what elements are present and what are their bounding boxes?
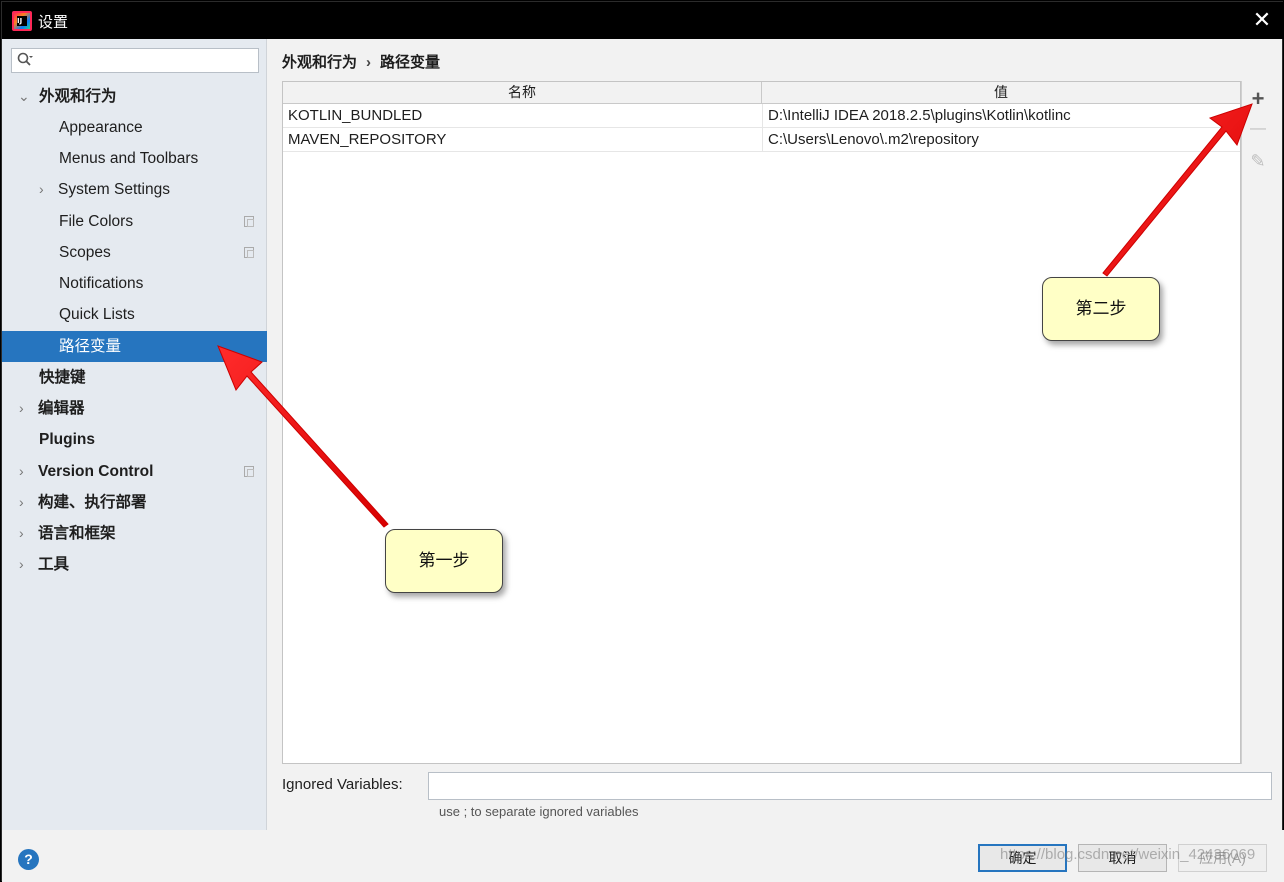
watermark: https://blog.csdn.net/weixin_42436069 bbox=[1000, 846, 1256, 863]
remove-icon[interactable]: — bbox=[1246, 117, 1270, 141]
sidebar-item-label: 快捷键 bbox=[39, 369, 86, 386]
sidebar-item-label: File Colors bbox=[59, 213, 134, 230]
sidebar-item-appearance[interactable]: Appearance bbox=[2, 112, 267, 143]
intellij-logo-icon bbox=[12, 11, 32, 31]
table-toolbar: + — ✎ bbox=[1241, 81, 1272, 764]
sidebar-item-languages-frameworks[interactable]: › 语言和框架 bbox=[2, 518, 267, 549]
column-header-name[interactable]: 名称 bbox=[283, 82, 762, 103]
table-row[interactable]: KOTLIN_BUNDLED D:\IntelliJ IDEA 2018.2.5… bbox=[283, 104, 1240, 128]
search-input[interactable] bbox=[36, 50, 254, 70]
close-icon[interactable]: ✕ bbox=[1250, 8, 1274, 32]
sidebar-item-appearance-behavior[interactable]: ⌄ 外观和行为 bbox=[2, 81, 267, 112]
sidebar-item-scopes[interactable]: Scopes bbox=[2, 237, 267, 268]
chevron-right-icon[interactable]: › bbox=[39, 174, 44, 205]
chevron-right-icon[interactable]: › bbox=[19, 393, 24, 424]
chevron-right-icon[interactable]: › bbox=[19, 518, 24, 549]
sidebar-item-label: Plugins bbox=[39, 431, 95, 448]
settings-search[interactable] bbox=[11, 48, 259, 73]
title-bar: 设置 ✕ bbox=[2, 2, 1284, 39]
sidebar-item-label: Version Control bbox=[38, 463, 154, 480]
window-title: 设置 bbox=[38, 14, 69, 31]
sidebar-item-system-settings[interactable]: › System Settings bbox=[2, 174, 267, 205]
sidebar-item-label: Notifications bbox=[59, 275, 144, 292]
variable-name-cell[interactable]: MAVEN_REPOSITORY bbox=[288, 128, 758, 152]
path-variables-table: 名称 值 KOTLIN_BUNDLED D:\IntelliJ IDEA 201… bbox=[282, 81, 1241, 764]
breadcrumb-current: 路径变量 bbox=[380, 54, 441, 71]
ignored-variables-input[interactable] bbox=[428, 772, 1272, 800]
sidebar-item-label: 外观和行为 bbox=[39, 88, 117, 105]
table-header: 名称 值 bbox=[283, 82, 1240, 104]
sidebar-item-menus-toolbars[interactable]: Menus and Toolbars bbox=[2, 143, 267, 174]
chevron-right-icon[interactable]: › bbox=[19, 549, 24, 580]
sidebar-item-label: Quick Lists bbox=[59, 306, 135, 323]
sidebar-item-label: Scopes bbox=[59, 244, 111, 261]
column-header-value[interactable]: 值 bbox=[762, 82, 1240, 103]
sidebar-item-editor[interactable]: › 编辑器 bbox=[2, 393, 267, 424]
sidebar-item-file-colors[interactable]: File Colors bbox=[2, 206, 267, 237]
variable-value-cell[interactable]: C:\Users\Lenovo\.m2\repository bbox=[762, 128, 1240, 152]
sidebar-item-quick-lists[interactable]: Quick Lists bbox=[2, 299, 267, 330]
sidebar-item-plugins[interactable]: Plugins bbox=[2, 424, 267, 455]
help-icon[interactable]: ? bbox=[18, 849, 39, 870]
chevron-down-icon[interactable]: ⌄ bbox=[18, 81, 30, 112]
project-scope-icon bbox=[244, 247, 254, 258]
add-icon[interactable]: + bbox=[1246, 87, 1270, 111]
variable-value-cell[interactable]: D:\IntelliJ IDEA 2018.2.5\plugins\Kotlin… bbox=[762, 104, 1240, 128]
project-scope-icon bbox=[244, 466, 254, 477]
callout-step2: 第二步 bbox=[1042, 277, 1160, 341]
sidebar-item-build-execution-deployment[interactable]: › 构建、执行部署 bbox=[2, 487, 267, 518]
chevron-right-icon[interactable]: › bbox=[19, 487, 24, 518]
ignored-variables-hint: use ; to separate ignored variables bbox=[439, 804, 639, 819]
breadcrumb-separator: › bbox=[366, 54, 372, 71]
edit-icon[interactable]: ✎ bbox=[1246, 149, 1270, 173]
variable-name-cell[interactable]: KOTLIN_BUNDLED bbox=[288, 104, 758, 128]
sidebar-item-label: 构建、执行部署 bbox=[38, 494, 147, 511]
sidebar-item-label: 路径变量 bbox=[59, 338, 122, 355]
sidebar-item-label: 编辑器 bbox=[38, 400, 85, 417]
settings-sidebar: ⌄ 外观和行为 Appearance Menus and Toolbars › … bbox=[2, 39, 267, 830]
chevron-right-icon[interactable]: › bbox=[19, 456, 24, 487]
breadcrumb-parent: 外观和行为 bbox=[282, 54, 358, 71]
sidebar-item-label: System Settings bbox=[58, 181, 170, 198]
sidebar-item-label: Menus and Toolbars bbox=[59, 150, 199, 167]
sidebar-item-label: 语言和框架 bbox=[38, 525, 116, 542]
search-icon bbox=[17, 52, 33, 71]
sidebar-item-version-control[interactable]: › Version Control bbox=[2, 456, 267, 487]
settings-dialog: 设置 ✕ ⌄ 外观和行为 Appearance Menus and Toolba… bbox=[1, 1, 1284, 882]
breadcrumb: 外观和行为 › 路径变量 bbox=[282, 51, 440, 72]
project-scope-icon bbox=[244, 216, 254, 227]
table-row[interactable]: MAVEN_REPOSITORY C:\Users\Lenovo\.m2\rep… bbox=[283, 128, 1240, 152]
sidebar-item-notifications[interactable]: Notifications bbox=[2, 268, 267, 299]
sidebar-item-label: 工具 bbox=[38, 556, 70, 573]
sidebar-item-keymap[interactable]: 快捷键 bbox=[2, 362, 267, 393]
callout-step1: 第一步 bbox=[385, 529, 503, 593]
ignored-variables-label: Ignored Variables: bbox=[282, 776, 403, 793]
sidebar-item-label: Appearance bbox=[59, 119, 143, 136]
sidebar-item-tools[interactable]: › 工具 bbox=[2, 549, 267, 580]
sidebar-item-path-variables[interactable]: 路径变量 bbox=[2, 331, 267, 362]
